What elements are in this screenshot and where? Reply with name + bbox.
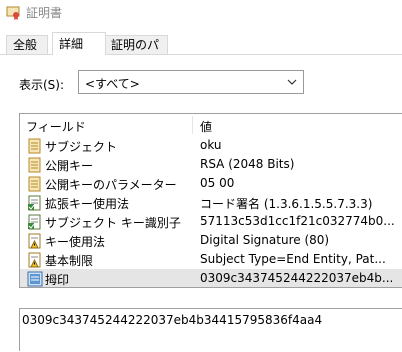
- list-row-key-usage[interactable]: キー使用法 Digital Signature (80): [20, 231, 402, 250]
- field-doc-icon: [28, 138, 41, 154]
- critical-extension-icon: [28, 252, 41, 268]
- column-header-value[interactable]: 値: [200, 118, 212, 135]
- title-bar: 証明書: [0, 0, 402, 26]
- row-value: Subject Type=End Entity, Pat...: [200, 252, 386, 266]
- row-value: 05 00: [200, 176, 235, 190]
- list-row-subject[interactable]: サブジェクト oku: [20, 136, 402, 155]
- value-detail-text: 0309c343745244222037eb4b34415795836f4aa4: [22, 313, 323, 327]
- list-row-thumbprint[interactable]: 拇印 0309c343745244222037eb4b...: [20, 269, 402, 287]
- list-row-enhanced-key-usage[interactable]: 拡張キー使用法 コード署名 (1.3.6.1.5.5.7.3.3): [20, 193, 402, 212]
- extension-icon: [28, 214, 41, 230]
- value-detail-box[interactable]: 0309c343745244222037eb4b34415795836f4aa4: [19, 308, 402, 351]
- row-value: Digital Signature (80): [200, 233, 330, 247]
- extension-icon: [28, 195, 41, 211]
- row-field: 基本制限: [45, 254, 94, 268]
- row-value: 0309c343745244222037eb4b...: [200, 271, 394, 285]
- column-header-field[interactable]: フィールド: [26, 118, 86, 135]
- field-doc-icon: [28, 176, 41, 192]
- list-row-subject-key-id[interactable]: サブジェクト キー識別子 57113c53d1cc1f21c032774b0..…: [20, 212, 402, 231]
- critical-extension-icon: [28, 233, 41, 249]
- certificate-icon: [6, 6, 20, 20]
- row-value: コード署名 (1.3.6.1.5.5.7.3.3): [200, 197, 373, 211]
- field-doc-icon: [28, 157, 41, 173]
- show-select[interactable]: <すべて>: [78, 70, 304, 94]
- tab-general[interactable]: 全般: [6, 35, 48, 54]
- list-row-public-key-params[interactable]: 公開キーのパラメーター 05 00: [20, 174, 402, 193]
- show-select-value: <すべて>: [85, 77, 140, 91]
- row-value: RSA (2048 Bits): [200, 157, 295, 171]
- show-label: 表示(S):: [19, 78, 65, 92]
- row-field: 公開キー: [45, 159, 94, 173]
- list-row-basic-constraints[interactable]: 基本制限 Subject Type=End Entity, Pat...: [20, 250, 402, 269]
- row-field: 拡張キー使用法: [45, 197, 130, 211]
- row-field: 拇印: [45, 273, 70, 287]
- row-field: サブジェクト: [45, 140, 118, 154]
- column-divider[interactable]: [192, 116, 193, 134]
- list-header: フィールド 値: [20, 114, 402, 136]
- tab-certification-path[interactable]: 証明のパス: [104, 35, 168, 70]
- list-row-public-key[interactable]: 公開キー RSA (2048 Bits): [20, 155, 402, 174]
- thumbprint-icon: [27, 271, 43, 287]
- row-field: 公開キーのパラメーター: [45, 178, 177, 192]
- tab-strip: 全般 詳細 証明のパス: [0, 32, 402, 70]
- tab-details[interactable]: 詳細: [52, 32, 106, 55]
- window-title: 証明書: [26, 6, 63, 20]
- row-field: サブジェクト キー識別子: [45, 216, 181, 230]
- row-value: oku: [200, 138, 222, 152]
- row-value: 57113c53d1cc1f21c032774b0...: [200, 214, 395, 228]
- row-field: キー使用法: [45, 235, 106, 249]
- field-list[interactable]: フィールド 値 サブジェクト oku 公開キー RSA (2048 Bits) …: [19, 113, 402, 288]
- chevron-down-icon: [287, 79, 297, 85]
